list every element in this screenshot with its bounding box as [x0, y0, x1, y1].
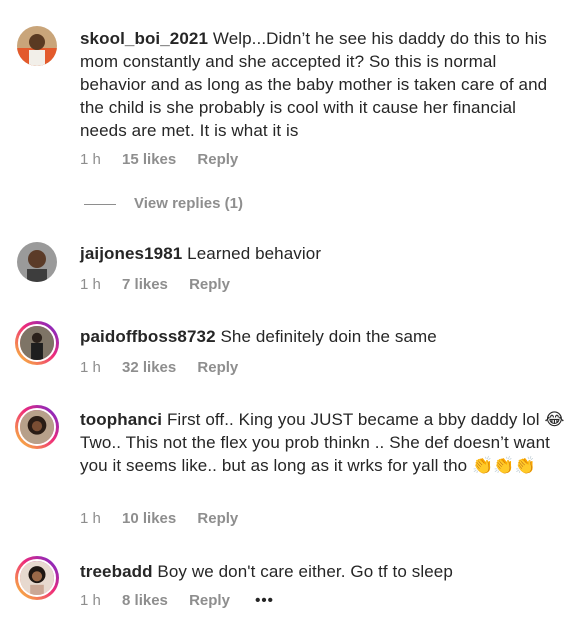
comment-meta: 1 h 32 likes Reply	[80, 359, 255, 377]
user-avatar-icon[interactable]	[17, 26, 57, 66]
divider-line	[84, 203, 116, 205]
story-ring	[18, 324, 56, 362]
comment-body: toophanci First off.. King you JUST beca…	[80, 408, 565, 477]
avatar-photo	[17, 242, 57, 282]
user-avatar-icon[interactable]	[17, 242, 57, 282]
comment-time: 1 h	[80, 276, 101, 293]
user-avatar-icon[interactable]	[15, 556, 59, 600]
comment-body: paidoffboss8732 She definitely doin the …	[80, 325, 565, 348]
comment-time: 1 h	[80, 510, 101, 527]
comment-time: 1 h	[80, 151, 101, 168]
comment-meta: 1 h 8 likes Reply •••	[80, 592, 291, 610]
user-avatar-icon[interactable]	[15, 321, 59, 365]
comment-body: treebadd Boy we don't care either. Go tf…	[80, 560, 565, 583]
comment-username[interactable]: skool_boi_2021	[80, 29, 208, 48]
comment-likes[interactable]: 7 likes	[122, 276, 168, 294]
comment-text: She definitely doin the same	[220, 327, 437, 346]
comment-likes[interactable]: 10 likes	[122, 510, 176, 528]
reply-button[interactable]: Reply	[189, 276, 230, 294]
avatar-photo	[17, 26, 57, 66]
comment-username[interactable]: paidoffboss8732	[80, 327, 216, 346]
comment-username[interactable]: treebadd	[80, 562, 153, 581]
user-avatar-icon[interactable]	[15, 405, 59, 449]
comment-body: skool_boi_2021 Welp...Didn’t he see his …	[80, 27, 565, 142]
avatar-photo	[20, 410, 54, 444]
comment-meta: 1 h 7 likes Reply	[80, 276, 247, 294]
more-options-icon[interactable]: •••	[255, 592, 274, 610]
comment-username[interactable]: jaijones1981	[80, 244, 182, 263]
story-ring	[18, 408, 56, 446]
comment-time: 1 h	[80, 359, 101, 376]
comment-text: Boy we don't care either. Go tf to sleep	[157, 562, 453, 581]
reply-button[interactable]: Reply	[197, 359, 238, 377]
comment-text: Learned behavior	[187, 244, 322, 263]
avatar-photo	[20, 561, 54, 595]
comment-meta: 1 h 10 likes Reply	[80, 510, 255, 528]
view-replies-button[interactable]: View replies (1)	[84, 195, 243, 212]
view-replies-label: View replies (1)	[134, 195, 243, 212]
reply-button[interactable]: Reply	[189, 592, 230, 610]
comment-meta: 1 h 15 likes Reply	[80, 151, 255, 169]
comment-time: 1 h	[80, 592, 101, 609]
comment-likes[interactable]: 15 likes	[122, 151, 176, 169]
comment-username[interactable]: toophanci	[80, 410, 162, 429]
reply-button[interactable]: Reply	[197, 510, 238, 528]
comment-body: jaijones1981 Learned behavior	[80, 242, 565, 265]
reply-button[interactable]: Reply	[197, 151, 238, 169]
comment-likes[interactable]: 32 likes	[122, 359, 176, 377]
story-ring	[18, 559, 56, 597]
comment-likes[interactable]: 8 likes	[122, 592, 168, 610]
avatar-photo	[20, 326, 54, 360]
